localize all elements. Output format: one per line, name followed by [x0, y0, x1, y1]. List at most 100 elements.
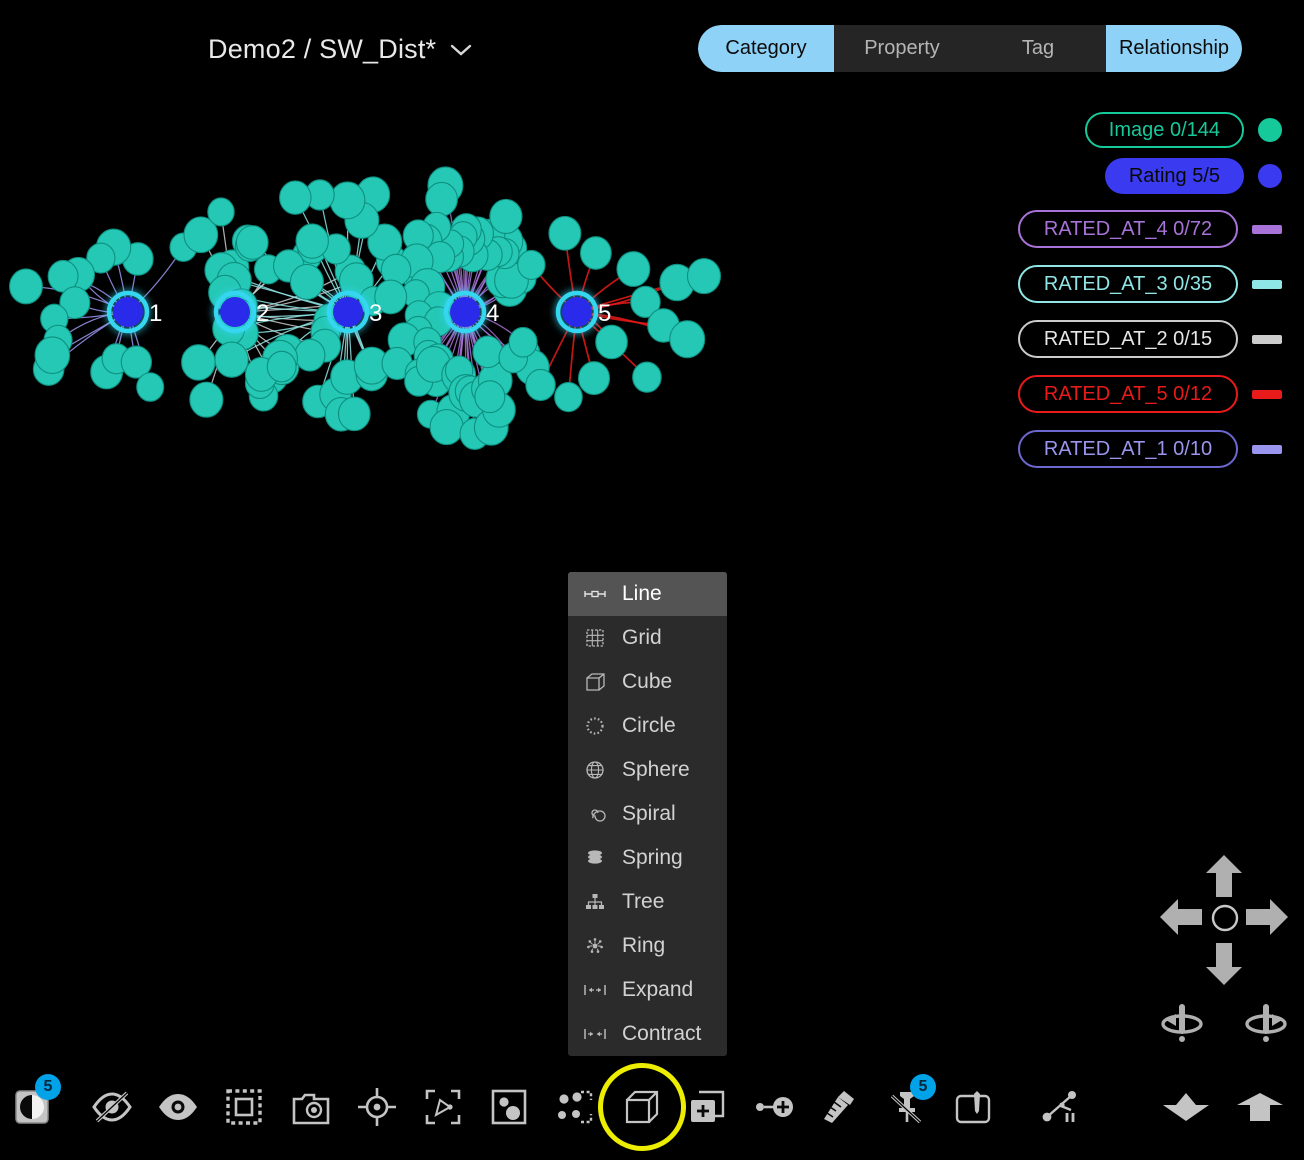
tab-relationship[interactable]: Relationship	[1106, 25, 1242, 72]
graph-node[interactable]	[208, 198, 234, 226]
graph-node[interactable]	[296, 224, 328, 258]
tab-category[interactable]: Category	[698, 25, 834, 72]
graph-node[interactable]	[430, 410, 463, 445]
unpin-all-button[interactable]: 5	[874, 1072, 940, 1142]
expand-up-button[interactable]	[1227, 1072, 1293, 1142]
show-all-button[interactable]	[145, 1072, 211, 1142]
expand-icon	[584, 979, 606, 1001]
legend-row-rated-at-5: RATED_AT_5 0/12	[1018, 375, 1282, 413]
graph-node[interactable]	[475, 381, 505, 413]
breadcrumb[interactable]: Demo2 / SW_Dist*	[208, 34, 472, 65]
graph-node[interactable]	[182, 345, 216, 381]
tab-property[interactable]: Property	[834, 25, 970, 72]
menu-item-expand[interactable]: Expand	[568, 968, 727, 1012]
menu-label: Ring	[622, 934, 665, 958]
graph-node[interactable]	[295, 339, 325, 371]
graph-node[interactable]	[267, 351, 296, 382]
menu-item-spring[interactable]: Spring	[568, 836, 727, 880]
clean-graph-button[interactable]	[808, 1072, 874, 1142]
menu-item-spiral[interactable]: Spiral	[568, 792, 727, 836]
arrow-down-icon[interactable]	[1204, 943, 1244, 985]
contrast-toggle-button[interactable]: 5	[0, 1072, 65, 1142]
hub-node-label: 4	[486, 300, 499, 327]
menu-item-ring[interactable]: Ring	[568, 924, 727, 968]
arrow-left-icon[interactable]	[1160, 897, 1202, 937]
hide-all-button[interactable]	[79, 1072, 145, 1142]
focus-target-button[interactable]	[344, 1072, 410, 1142]
menu-item-line[interactable]: Line	[568, 572, 727, 616]
graph-node[interactable]	[426, 182, 458, 216]
add-node-button[interactable]	[742, 1072, 808, 1142]
menu-item-grid[interactable]: Grid	[568, 616, 727, 660]
graph-node[interactable]	[280, 181, 311, 214]
graph-node[interactable]	[236, 226, 268, 260]
menu-item-circle[interactable]: Circle	[568, 704, 727, 748]
legend-pill-rating[interactable]: Rating 5/5	[1105, 158, 1244, 194]
collapse-down-button[interactable]	[1153, 1072, 1219, 1142]
graph-node[interactable]	[215, 342, 248, 377]
fit-graph-button[interactable]	[410, 1072, 476, 1142]
graph-node[interactable]	[338, 397, 370, 431]
legend-pill-image[interactable]: Image 0/144	[1085, 112, 1244, 148]
legend-pill-rated-at-1[interactable]: RATED_AT_1 0/10	[1018, 430, 1238, 468]
hub-node[interactable]	[113, 297, 143, 327]
fit-nodes-button[interactable]	[542, 1072, 608, 1142]
arrow-right-icon[interactable]	[1246, 897, 1288, 937]
legend-swatch-image	[1258, 118, 1282, 142]
menu-label: Tree	[622, 890, 664, 914]
fit-image-button[interactable]	[476, 1072, 542, 1142]
graph-node[interactable]	[670, 321, 705, 358]
hub-node[interactable]	[450, 297, 480, 327]
graph-node[interactable]	[10, 269, 43, 304]
recenter-icon[interactable]	[1210, 903, 1240, 933]
chevron-down-icon[interactable]	[450, 43, 472, 57]
graph-node[interactable]	[617, 252, 650, 287]
app-root: Demo2 / SW_Dist* Category Property Tag R…	[0, 0, 1304, 1160]
graph-node[interactable]	[596, 325, 628, 359]
graph-node[interactable]	[555, 382, 583, 411]
legend-row-rated-at-3: RATED_AT_3 0/35	[1018, 265, 1282, 303]
snapshot-button[interactable]	[278, 1072, 344, 1142]
legend-pill-rated-at-3[interactable]: RATED_AT_3 0/35	[1018, 265, 1238, 303]
layout-cube-button[interactable]	[609, 1072, 675, 1142]
legend-row-image: Image 0/144	[1018, 112, 1282, 148]
legend-pill-rated-at-4[interactable]: RATED_AT_4 0/72	[1018, 210, 1238, 248]
graph-node[interactable]	[473, 336, 503, 368]
menu-item-tree[interactable]: Tree	[568, 880, 727, 924]
legend-pill-rated-at-5[interactable]: RATED_AT_5 0/12	[1018, 375, 1238, 413]
graph-node[interactable]	[549, 216, 581, 250]
graph-node[interactable]	[490, 199, 522, 233]
menu-item-contract[interactable]: Contract	[568, 1012, 727, 1056]
graph-hub-nodes[interactable]: 12345	[109, 293, 611, 331]
graph-node[interactable]	[35, 337, 70, 374]
menu-item-cube[interactable]: Cube	[568, 660, 727, 704]
graph-node[interactable]	[526, 369, 555, 400]
tab-tag[interactable]: Tag	[970, 25, 1106, 72]
graph-node[interactable]	[578, 362, 609, 395]
hub-node[interactable]	[220, 297, 250, 327]
graph-node[interactable]	[687, 259, 720, 294]
graph-node[interactable]	[518, 250, 545, 279]
grid-icon	[584, 627, 606, 649]
legend-pill-rated-at-2[interactable]: RATED_AT_2 0/15	[1018, 320, 1238, 358]
graph-node[interactable]	[581, 237, 612, 270]
annotate-button[interactable]	[940, 1072, 1006, 1142]
menu-item-sphere[interactable]: Sphere	[568, 748, 727, 792]
graph-node[interactable]	[330, 182, 365, 219]
graph-node[interactable]	[137, 373, 164, 402]
pause-simulation-button[interactable]	[1028, 1072, 1094, 1142]
legend-row-rated-at-1: RATED_AT_1 0/10	[1018, 430, 1282, 468]
graph-node[interactable]	[633, 362, 661, 392]
hub-node[interactable]	[562, 297, 592, 327]
graph-node[interactable]	[190, 382, 223, 417]
duplicate-add-button[interactable]	[675, 1072, 741, 1142]
select-region-button[interactable]	[211, 1072, 277, 1142]
hub-node-label: 3	[369, 300, 382, 327]
hub-node[interactable]	[333, 297, 363, 327]
graph-node[interactable]	[509, 327, 537, 357]
arrow-up-icon[interactable]	[1204, 855, 1244, 897]
orbit-left-icon[interactable]	[1158, 1000, 1206, 1042]
graph-node[interactable]	[290, 264, 323, 299]
orbit-right-icon[interactable]	[1242, 1000, 1290, 1042]
graph-canvas[interactable]: 12345	[0, 90, 1010, 590]
